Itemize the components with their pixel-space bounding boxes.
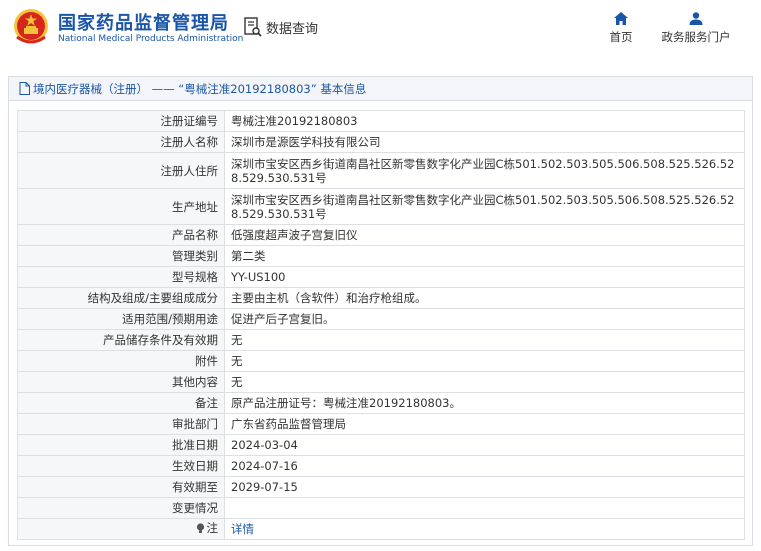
table-row: 结构及组成/主要组成成分 主要由主机（含软件）和治疗枪组成。 [17, 287, 745, 309]
row-key: 生产地址 [17, 188, 225, 225]
lightbulb-icon [196, 523, 204, 533]
row-value: 2024-03-04 [224, 434, 745, 456]
org-name-cn: 国家药品监督管理局 [58, 13, 229, 34]
row-key: 注册人住所 [17, 152, 225, 189]
table-row: 附件无 [17, 350, 745, 372]
row-key: 备注 [17, 392, 225, 414]
table-row: 注册人住所 深圳市宝安区西乡街道南昌社区新零售数字化产业园C栋501.502.50… [17, 152, 745, 189]
row-key: 生效日期 [17, 455, 225, 477]
row-value: 2029-07-15 [224, 476, 745, 498]
home-icon [614, 12, 628, 25]
panel-header: 境内医疗器械（注册） —— “粤械注准20192180803” 基本信息 [9, 77, 752, 101]
table-row: 有效期至 2029-07-15 [17, 476, 745, 498]
row-value: 无 [224, 329, 745, 351]
row-value: YY-US100 [224, 266, 745, 288]
data-query-label: 数据查询 [266, 21, 319, 37]
nav-home-label: 首页 [609, 30, 633, 44]
table-row: 变更情况 [17, 497, 745, 519]
note-key-label: 注 [206, 521, 219, 536]
row-value: 深圳市宝安区西乡街道南昌社区新零售数字化产业园C栋501.502.503.505… [224, 152, 745, 189]
row-value: 粤械注准20192180803 [224, 110, 745, 132]
site-header: 国家药品监督管理局 National Medical Products Admi… [0, 0, 761, 56]
table-row: 生产地址 深圳市宝安区西乡街道南昌社区新零售数字化产业园C栋501.502.503… [17, 188, 745, 225]
table-row: 产品储存条件及有效期无 [17, 329, 745, 351]
row-value: 广东省药品监督管理局 [224, 413, 745, 435]
data-query-icon [244, 17, 262, 37]
table-row: 注册人名称 深圳市是源医学科技有限公司 [17, 131, 745, 153]
row-value: 原产品注册证号：粤械注准20192180803。 [224, 392, 745, 414]
table-row: 型号规格 YY-US100 [17, 266, 745, 288]
row-key: 注册证编号 [17, 110, 225, 132]
row-key: 适用范围/预期用途 [17, 308, 225, 330]
row-key: 管理类别 [17, 245, 225, 267]
table-row: 其他内容无 [17, 371, 745, 393]
table-row: 生效日期 2024-07-16 [17, 455, 745, 477]
row-value: 促进产后子宫复旧。 [224, 308, 745, 330]
user-icon [689, 12, 703, 25]
row-key: 注册人名称 [17, 131, 225, 153]
note-key: 注 [196, 521, 219, 536]
row-value: 深圳市宝安区西乡街道南昌社区新零售数字化产业园C栋501.502.503.505… [224, 188, 745, 225]
row-key: 产品名称 [17, 224, 225, 246]
detail-link[interactable]: 详情 [231, 522, 254, 536]
row-key: 注 [17, 518, 225, 540]
table-row: 适用范围/预期用途 促进产后子宫复旧。 [17, 308, 745, 330]
table-row: 批准日期 2024-03-04 [17, 434, 745, 456]
row-value: 无 [224, 350, 745, 372]
row-key: 审批部门 [17, 413, 225, 435]
row-key: 结构及组成/主要组成成分 [17, 287, 225, 309]
row-value: 2024-07-16 [224, 455, 745, 477]
table-row: 备注 原产品注册证号：粤械注准20192180803。 [17, 392, 745, 414]
info-table: 注册证编号 粤械注准20192180803 注册人名称 深圳市是源医学科技有限公司 注册… [17, 110, 745, 540]
row-key: 变更情况 [17, 497, 225, 519]
panel-title: 境内医疗器械（注册） —— “粤械注准20192180803” 基本信息 [33, 81, 367, 96]
nav-gov-service-portal[interactable]: 政务服务门户 [658, 12, 734, 45]
row-value: 无 [224, 371, 745, 393]
row-value: 低强度超声波子宫复旧仪 [224, 224, 745, 246]
national-emblem-icon [14, 9, 48, 44]
row-key: 型号规格 [17, 266, 225, 288]
row-key: 批准日期 [17, 434, 225, 456]
row-value: 主要由主机（含软件）和治疗枪组成。 [224, 287, 745, 309]
row-key: 附件 [17, 350, 225, 372]
row-key: 产品储存条件及有效期 [17, 329, 225, 351]
table-row: 管理类别 第二类 [17, 245, 745, 267]
data-query-link[interactable]: 数据查询 [244, 16, 318, 38]
document-icon [19, 82, 30, 95]
table-row: 产品名称 低强度超声波子宫复旧仪 [17, 224, 745, 246]
table-row: 注册证编号 粤械注准20192180803 [17, 110, 745, 132]
table-row: 审批部门 广东省药品监督管理局 [17, 413, 745, 435]
nav-home[interactable]: 首页 [606, 12, 636, 45]
row-key: 有效期至 [17, 476, 225, 498]
nav-gov-service-label: 政务服务门户 [661, 30, 731, 44]
row-value: 第二类 [224, 245, 745, 267]
row-value: 深圳市是源医学科技有限公司 [224, 131, 745, 153]
org-name-en: National Medical Products Administration [58, 34, 244, 44]
row-key: 其他内容 [17, 371, 225, 393]
row-value: 详情 [224, 518, 745, 540]
detail-panel: 境内医疗器械（注册） —— “粤械注准20192180803” 基本信息 注册证… [8, 76, 753, 546]
row-value [224, 497, 745, 519]
table-row: 注详情 [17, 518, 745, 540]
